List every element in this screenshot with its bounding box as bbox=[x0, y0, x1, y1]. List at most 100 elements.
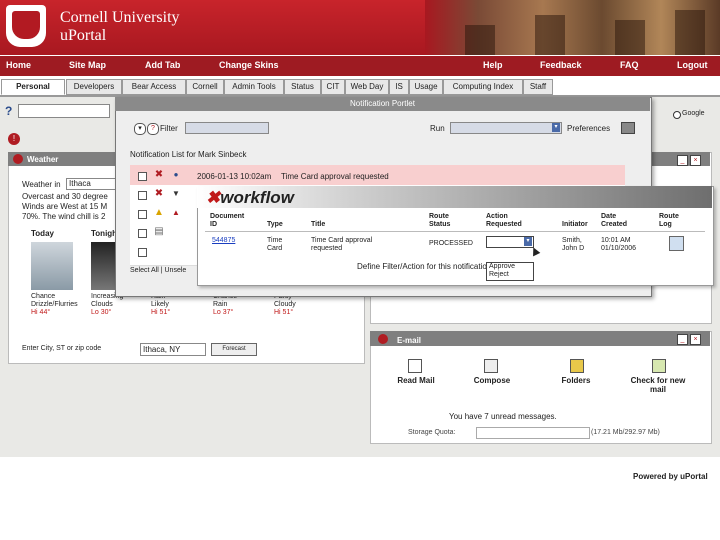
forecast-button[interactable]: Forecast bbox=[211, 343, 257, 356]
tab-cornell[interactable]: Cornell bbox=[186, 79, 224, 95]
nav-site-map[interactable]: Site Map bbox=[69, 60, 106, 70]
read-mail-icon[interactable] bbox=[408, 359, 422, 373]
row-checkbox[interactable] bbox=[138, 229, 147, 238]
notification-date: 2006-01-13 10:02am bbox=[197, 172, 272, 181]
tab-developers[interactable]: Developers bbox=[66, 79, 122, 95]
row-checkbox[interactable] bbox=[138, 172, 147, 181]
run-select-arrow-icon[interactable]: ▾ bbox=[552, 123, 560, 132]
brand-subname[interactable]: uPortal bbox=[60, 27, 106, 45]
preferences-icon[interactable] bbox=[621, 122, 635, 134]
nav-faq[interactable]: FAQ bbox=[620, 60, 639, 70]
weather-title: Weather bbox=[27, 155, 59, 164]
document-id-link[interactable]: 544875 bbox=[212, 237, 235, 244]
route-log-icon[interactable] bbox=[669, 236, 684, 251]
forecast-col-4-line2: Rain bbox=[213, 301, 228, 308]
notification-subject[interactable]: Time Card approval requested bbox=[281, 172, 389, 181]
cell-route-status: PROCESSED bbox=[429, 240, 473, 247]
nav-home[interactable]: Home bbox=[6, 60, 31, 70]
email-menu-icon[interactable] bbox=[378, 334, 388, 344]
notification-title: Notification Portlet bbox=[350, 99, 415, 108]
priority-icon: ● bbox=[173, 170, 179, 179]
workflow-logo-x-icon: ✖ bbox=[206, 188, 221, 207]
folders-icon[interactable] bbox=[570, 359, 584, 373]
folders-link[interactable]: Folders bbox=[556, 376, 596, 385]
email-close-icon[interactable]: × bbox=[690, 334, 701, 345]
email-title: E-mail bbox=[397, 336, 422, 345]
forecast-col-2-temp: Lo 30° bbox=[91, 309, 112, 316]
read-mail-link[interactable]: Read Mail bbox=[396, 376, 436, 385]
email-minimize-icon[interactable]: _ bbox=[677, 334, 688, 345]
document-icon: ▤ bbox=[154, 226, 164, 237]
powered-by: Powered by uPortal bbox=[633, 472, 708, 481]
compose-link[interactable]: Compose bbox=[472, 376, 512, 385]
tab-personal[interactable]: Personal bbox=[1, 79, 65, 95]
col-action-requested-line2: Requested bbox=[486, 221, 522, 228]
action-option-approve[interactable]: Approve bbox=[489, 263, 515, 270]
cell-date-created-line2: 01/10/2006 bbox=[601, 245, 637, 252]
cell-type-line2: Card bbox=[267, 245, 283, 252]
top-nav-bar: Home Site Map Add Tab Change Skins Help … bbox=[0, 56, 720, 76]
check-mail-icon[interactable] bbox=[652, 359, 666, 373]
compose-icon[interactable] bbox=[484, 359, 498, 373]
col-route-log-line2: Log bbox=[659, 221, 672, 228]
tab-cit[interactable]: CIT bbox=[321, 79, 345, 95]
tab-computing-index[interactable]: Computing Index bbox=[443, 79, 523, 95]
warning-icon: ▲ bbox=[154, 207, 164, 218]
action-option-reject[interactable]: Reject bbox=[489, 271, 509, 278]
filter-label: Filter bbox=[160, 124, 178, 133]
nav-change-skins[interactable]: Change Skins bbox=[219, 60, 279, 70]
nav-help[interactable]: Help bbox=[483, 60, 503, 70]
nav-logout[interactable]: Logout bbox=[677, 60, 708, 70]
unread-message-count: You have 7 unread messages. bbox=[449, 412, 557, 421]
tab-usage[interactable]: Usage bbox=[409, 79, 443, 95]
col-date-created: Date Created bbox=[601, 213, 627, 229]
tab-bear-access[interactable]: Bear Access bbox=[122, 79, 186, 95]
row-checkbox[interactable] bbox=[138, 248, 147, 257]
minimize-icon[interactable]: _ bbox=[677, 155, 688, 166]
brand-name[interactable]: Cornell University bbox=[60, 9, 180, 27]
row-checkbox[interactable] bbox=[138, 191, 147, 200]
select-all-links[interactable]: Select All | Unsele bbox=[130, 267, 186, 274]
cell-title-line2: requested bbox=[311, 245, 343, 252]
portlet-menu-icon[interactable]: ▾ bbox=[134, 123, 146, 135]
close-icon[interactable]: × bbox=[690, 155, 701, 166]
help-search-icon[interactable]: ? bbox=[5, 104, 17, 118]
table-header-divider bbox=[205, 231, 705, 232]
storage-quota-label: Storage Quota: bbox=[408, 429, 456, 436]
zip-label: Enter City, ST or zip code bbox=[22, 345, 102, 352]
run-label: Run bbox=[430, 124, 445, 133]
tab-web-day[interactable]: Web Day bbox=[345, 79, 389, 95]
tab-admin-tools[interactable]: Admin Tools bbox=[224, 79, 284, 95]
google-radio[interactable] bbox=[673, 111, 681, 119]
tab-status[interactable]: Status bbox=[284, 79, 321, 95]
col-route-status-line1: Route bbox=[429, 213, 449, 220]
check-mail-link[interactable]: Check for new mail bbox=[622, 376, 694, 394]
filter-input[interactable] bbox=[185, 122, 269, 134]
google-radio-label: Google bbox=[682, 110, 705, 117]
cornell-seal-logo[interactable] bbox=[6, 5, 46, 47]
forecast-col-1-line2: Drizzle/Flurries bbox=[31, 301, 78, 308]
storage-quota-value: (17.21 Mb/292.97 Mb) bbox=[591, 429, 660, 436]
action-select-arrow-icon[interactable]: ▾ bbox=[524, 237, 532, 246]
define-filter-link[interactable]: Define Filter/Action for this notificati… bbox=[357, 262, 491, 271]
weather-menu-icon[interactable] bbox=[13, 154, 23, 164]
search-input[interactable] bbox=[18, 104, 110, 118]
alert-icon[interactable]: ! bbox=[8, 133, 20, 145]
row-checkbox[interactable] bbox=[138, 210, 147, 219]
priority-up-icon: ▲ bbox=[172, 208, 180, 217]
col-action-requested-line1: Action bbox=[486, 213, 508, 220]
tab-bar: Personal Developers Bear Access Cornell … bbox=[0, 79, 720, 95]
nav-feedback[interactable]: Feedback bbox=[540, 60, 582, 70]
zip-input[interactable]: Ithaca, NY bbox=[140, 343, 206, 356]
portlet-help-icon[interactable]: ? bbox=[147, 123, 159, 135]
col-initiator: Initiator bbox=[562, 221, 588, 228]
cell-document-id[interactable]: 544875 bbox=[212, 237, 235, 245]
nav-add-tab[interactable]: Add Tab bbox=[145, 60, 180, 70]
tab-is[interactable]: IS bbox=[389, 79, 409, 95]
preferences-label: Preferences bbox=[567, 124, 611, 133]
tab-staff[interactable]: Staff bbox=[523, 79, 553, 95]
col-route-log: Route Log bbox=[659, 213, 679, 229]
weather-desc-3: 70%. The wind chill is 2 bbox=[22, 212, 106, 221]
run-select[interactable] bbox=[450, 122, 562, 134]
col-type: Type bbox=[267, 221, 283, 228]
